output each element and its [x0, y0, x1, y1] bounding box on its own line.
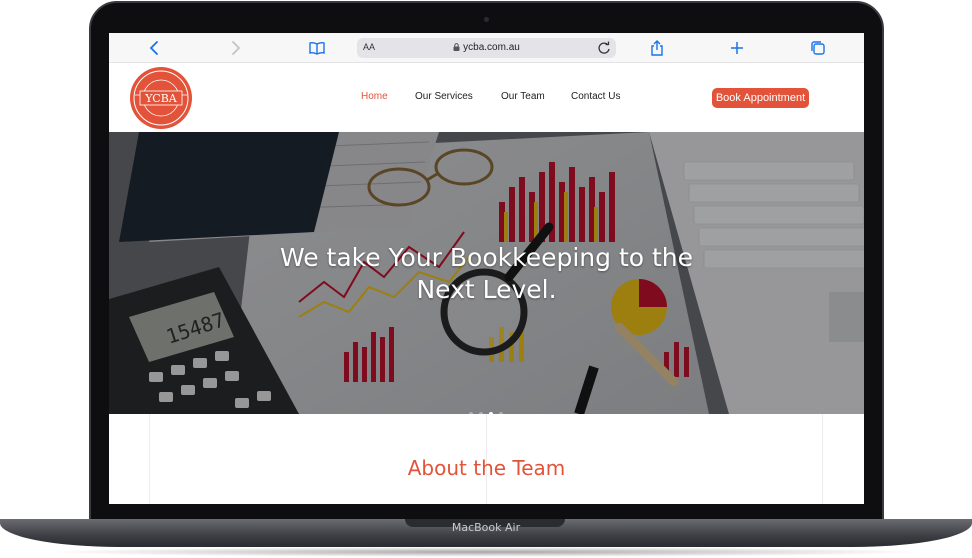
hero-heading-line1: We take Your Bookkeeping to the: [279, 243, 694, 272]
logo-text: YCBA: [144, 92, 178, 105]
book-appointment-button[interactable]: Book Appointment: [712, 88, 809, 108]
about-heading: About the Team: [407, 456, 566, 480]
nav-our-team[interactable]: Our Team: [501, 91, 545, 102]
ycba-logo[interactable]: YCBA: [127, 65, 195, 131]
new-tab-icon[interactable]: [728, 39, 746, 57]
hero-banner: 15487 We take Your Bookkeeping to the Ne…: [109, 132, 864, 414]
nav-home[interactable]: Home: [361, 91, 388, 102]
lock-icon: [453, 43, 460, 51]
address-bar[interactable]: AA ycba.com.au: [357, 38, 616, 58]
about-section: About the Team: [109, 414, 864, 504]
tabs-overview-icon[interactable]: [809, 39, 827, 57]
url-text: ycba.com.au: [463, 42, 520, 53]
share-icon[interactable]: [648, 39, 666, 57]
laptop-shadow: [40, 547, 932, 557]
site-header: YCBA Home Our Services Our Team Contact …: [109, 64, 864, 132]
browser-screen: AA ycba.com.au YCBA Home Our Services Ou…: [109, 33, 864, 504]
nav-our-services[interactable]: Our Services: [415, 91, 473, 102]
hero-heading-line2: Next Level.: [416, 275, 557, 304]
device-label: MacBook Air: [451, 521, 521, 534]
forward-icon[interactable]: [226, 39, 244, 57]
reload-icon[interactable]: [596, 40, 612, 56]
bookmarks-icon[interactable]: [308, 39, 326, 57]
slider-dots: [469, 403, 509, 414]
camera-icon: [484, 17, 489, 22]
back-icon[interactable]: [146, 39, 164, 57]
safari-toolbar: AA ycba.com.au: [109, 33, 864, 63]
nav-contact-us[interactable]: Contact Us: [571, 91, 620, 102]
hero-heading: We take Your Bookkeeping to the Next Lev…: [109, 242, 864, 306]
